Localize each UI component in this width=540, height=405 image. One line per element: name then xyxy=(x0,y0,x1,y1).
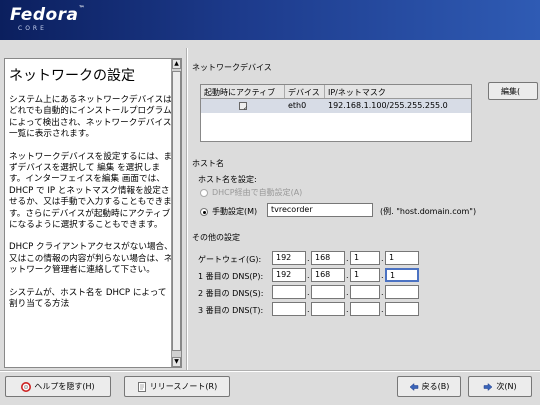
scroll-up-icon[interactable]: ▲ xyxy=(172,59,181,69)
gateway-label: ゲートウェイ(G): xyxy=(198,255,262,264)
dns1-octet-2[interactable]: 168 xyxy=(311,268,345,282)
arrow-right-icon xyxy=(484,382,493,391)
dns1-label: 1 番目の DNS(P): xyxy=(198,272,264,281)
dhcp-radio-label: DHCP経由で自動設定(A) xyxy=(212,188,303,197)
help-paragraph: システム上にあるネットワークデバイスはどれでも自動的にインストールプログラムによ… xyxy=(9,95,172,140)
help-paragraph: DHCP クライアントアクセスがない場合、又はこの情報の内容が判らない場合は、ネ… xyxy=(9,242,173,276)
edit-button[interactable]: 編集( xyxy=(488,82,538,100)
hostname-set-label: ホスト名を設定: xyxy=(198,175,257,184)
hostname-example: (例. "host.domain.com") xyxy=(380,207,477,216)
help-paragraph: システムが、ホスト名を DHCP によって割り当てる方法 xyxy=(9,287,167,310)
hide-help-label: ヘルプを隠す(H) xyxy=(34,382,95,391)
document-icon xyxy=(137,381,146,392)
back-label: 戻る(B) xyxy=(421,382,450,391)
back-button[interactable]: 戻る(B) xyxy=(397,376,461,397)
scroll-thumb[interactable] xyxy=(172,71,181,351)
manual-radio-label: 手動設定(M) xyxy=(212,207,258,216)
manual-radio[interactable] xyxy=(200,207,208,216)
fedora-core-label: CORE xyxy=(18,25,47,32)
ip-cell: 192.168.1.100/255.255.255.0 xyxy=(328,101,448,110)
gateway-octet-2[interactable]: 168 xyxy=(311,251,345,265)
dns2-label: 2 番目の DNS(S): xyxy=(198,289,264,298)
dns3-octet-1[interactable] xyxy=(272,302,306,316)
help-body: システム上にあるネットワークデバイスはどれでも自動的にインストールプログラムによ… xyxy=(9,95,173,322)
column-header-active[interactable]: 起動時にアクティブ xyxy=(201,85,285,98)
gateway-octet-4[interactable]: 1 xyxy=(385,251,419,265)
dns2-octet-1[interactable] xyxy=(272,285,306,299)
dns3-label: 3 番目の DNS(T): xyxy=(198,306,264,315)
manual-hostname-option[interactable]: 手動設定(M) xyxy=(200,206,257,217)
release-notes-button[interactable]: リリースノート(R) xyxy=(124,376,230,397)
dns3-octet-4[interactable] xyxy=(385,302,419,316)
help-title: ネットワークの設定 xyxy=(9,68,135,84)
dns2-octet-4[interactable] xyxy=(385,285,419,299)
devices-section-label: ネットワークデバイス xyxy=(192,63,272,72)
other-section-label: その他の設定 xyxy=(192,233,240,242)
table-row[interactable]: ✓ eth0 192.168.1.100/255.255.255.0 xyxy=(201,99,471,113)
hide-help-button[interactable]: ヘルプを隠す(H) xyxy=(5,376,111,397)
dns1-octet-3[interactable]: 1 xyxy=(350,268,380,282)
dhcp-radio[interactable] xyxy=(200,188,208,197)
dns1-octet-4[interactable]: 1 xyxy=(385,268,419,282)
header-banner: Fedora™ CORE xyxy=(0,0,540,40)
next-button[interactable]: 次(N) xyxy=(468,376,532,397)
column-header-device[interactable]: デバイス xyxy=(285,85,325,98)
dhcp-hostname-option[interactable]: DHCP経由で自動設定(A) xyxy=(200,187,302,198)
active-checkbox[interactable]: ✓ xyxy=(239,102,248,112)
dns1-octet-1[interactable]: 192 xyxy=(272,268,306,282)
device-cell: eth0 xyxy=(288,101,307,110)
dns2-octet-3[interactable] xyxy=(350,285,380,299)
dns3-octet-3[interactable] xyxy=(350,302,380,316)
release-notes-label: リリースノート(R) xyxy=(149,382,218,391)
dns3-octet-2[interactable] xyxy=(311,302,345,316)
arrow-left-icon xyxy=(409,382,418,391)
gateway-octet-3[interactable]: 1 xyxy=(350,251,380,265)
device-table-header: 起動時にアクティブ デバイス IP/ネットマスク xyxy=(201,85,471,99)
gateway-octet-1[interactable]: 192 xyxy=(272,251,306,265)
help-paragraph: ネットワークデバイスを設定するには、まずデバイスを選択して 編集 を選択します。… xyxy=(9,151,173,231)
footer-divider xyxy=(0,370,540,372)
help-pane: ネットワークの設定 システム上にあるネットワークデバイスはどれでも自動的にインス… xyxy=(4,58,182,368)
hostname-input[interactable]: tvrecorder xyxy=(267,203,373,217)
help-scrollbar[interactable]: ▲ ▼ xyxy=(171,59,181,367)
fedora-logo: Fedora™ xyxy=(10,5,86,25)
next-label: 次(N) xyxy=(496,382,517,391)
column-header-ip[interactable]: IP/ネットマスク xyxy=(325,85,471,98)
pane-divider xyxy=(186,48,188,370)
lifebuoy-icon xyxy=(21,381,32,392)
scroll-down-icon[interactable]: ▼ xyxy=(172,357,181,367)
hostname-section-label: ホスト名 xyxy=(192,159,224,168)
device-table: 起動時にアクティブ デバイス IP/ネットマスク ✓ eth0 192.168.… xyxy=(200,84,472,142)
dns2-octet-2[interactable] xyxy=(311,285,345,299)
